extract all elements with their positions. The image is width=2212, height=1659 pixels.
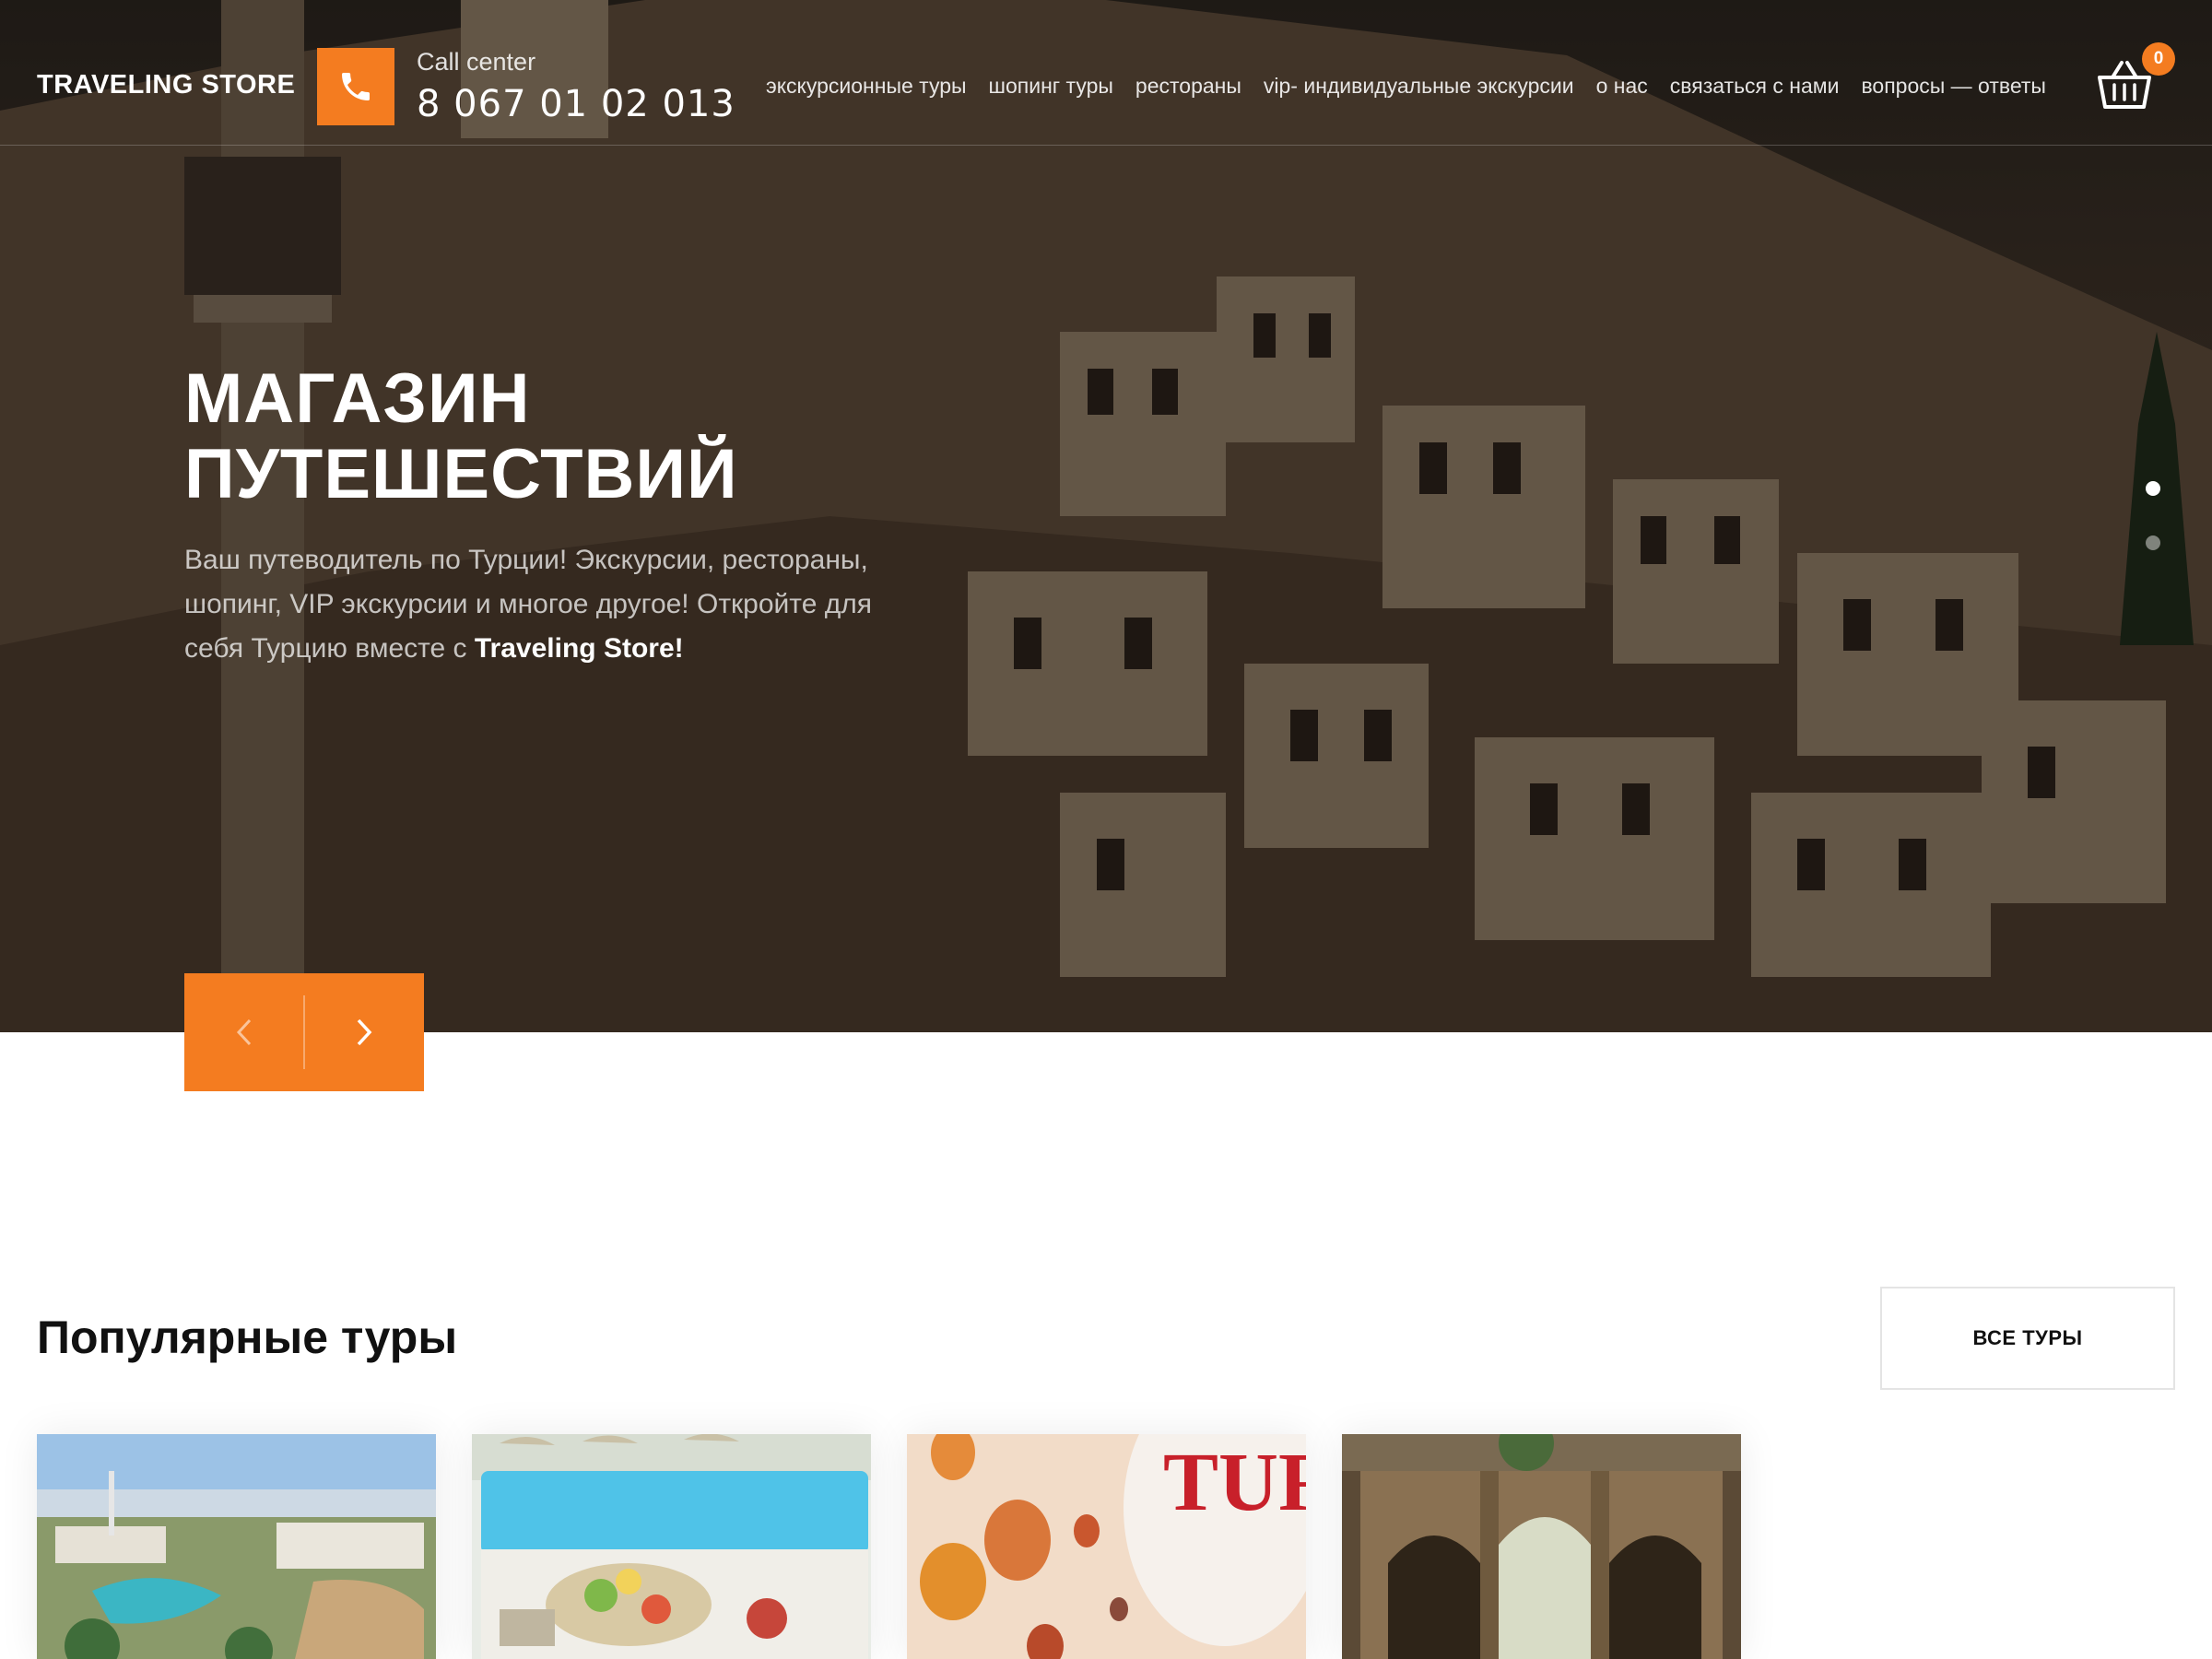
cart-count-badge: 0 <box>2142 42 2175 76</box>
chevron-right-icon <box>358 1018 372 1046</box>
popular-tours-title: Популярные туры <box>37 1312 458 1363</box>
nav-faq[interactable]: вопросы — ответы <box>1861 74 2045 99</box>
site-header: TRAVELING STORE Call center 8 067 01 02 … <box>0 0 2212 146</box>
hero-subtitle-brand: Traveling Store! <box>474 633 684 664</box>
nav-about[interactable]: о нас <box>1596 74 1648 99</box>
phone-icon <box>342 73 370 100</box>
tour-card[interactable] <box>37 1434 436 1659</box>
hot-air-balloons-image: TUR <box>907 1434 1306 1659</box>
tour-card[interactable]: TUR <box>907 1434 1306 1659</box>
hero-title: МАГАЗИН ПУТЕШЕСТВИЙ <box>184 361 1014 512</box>
slide-dot-1[interactable] <box>2146 481 2160 496</box>
pool-buffet-image <box>472 1434 871 1659</box>
nav-vip-excursions[interactable]: vip- индивидуальные экскурсии <box>1264 74 1574 99</box>
hero-banner <box>0 0 2212 1032</box>
nav-shopping-tours[interactable]: шопинг туры <box>989 74 1113 99</box>
resort-aerial-image <box>37 1434 436 1659</box>
hadrians-gate-image <box>1342 1434 1741 1659</box>
phone-button[interactable] <box>317 48 394 125</box>
main-nav: экскурсионные туры шопинг туры рестораны… <box>766 74 2046 99</box>
next-slide-button[interactable] <box>305 973 424 1091</box>
tour-card[interactable] <box>472 1434 871 1659</box>
tour-card[interactable] <box>1342 1434 1741 1659</box>
slide-dot-2[interactable] <box>2146 535 2160 550</box>
nav-excursion-tours[interactable]: экскурсионные туры <box>766 74 967 99</box>
logo[interactable]: TRAVELING STORE <box>37 70 295 100</box>
all-tours-button[interactable]: ВСЕ ТУРЫ <box>1880 1287 2175 1390</box>
call-center-number[interactable]: 8 067 01 02 013 <box>417 83 735 125</box>
hero-title-line1: МАГАЗИН <box>184 359 531 438</box>
hero-subtitle: Ваш путеводитель по Турции! Экскурсии, р… <box>184 538 894 671</box>
hero-title-line2: ПУТЕШЕСТВИЙ <box>184 435 738 513</box>
hero-overlay <box>0 0 2212 1032</box>
call-center-label: Call center <box>417 48 536 76</box>
prev-slide-button[interactable] <box>184 973 303 1091</box>
nav-contact[interactable]: связаться с нами <box>1670 74 1840 99</box>
nav-restaurants[interactable]: рестораны <box>1135 74 1241 99</box>
balloon-banner-text: TUR <box>1163 1437 1306 1528</box>
chevron-left-icon <box>236 1018 251 1046</box>
slider-controls <box>184 973 424 1091</box>
